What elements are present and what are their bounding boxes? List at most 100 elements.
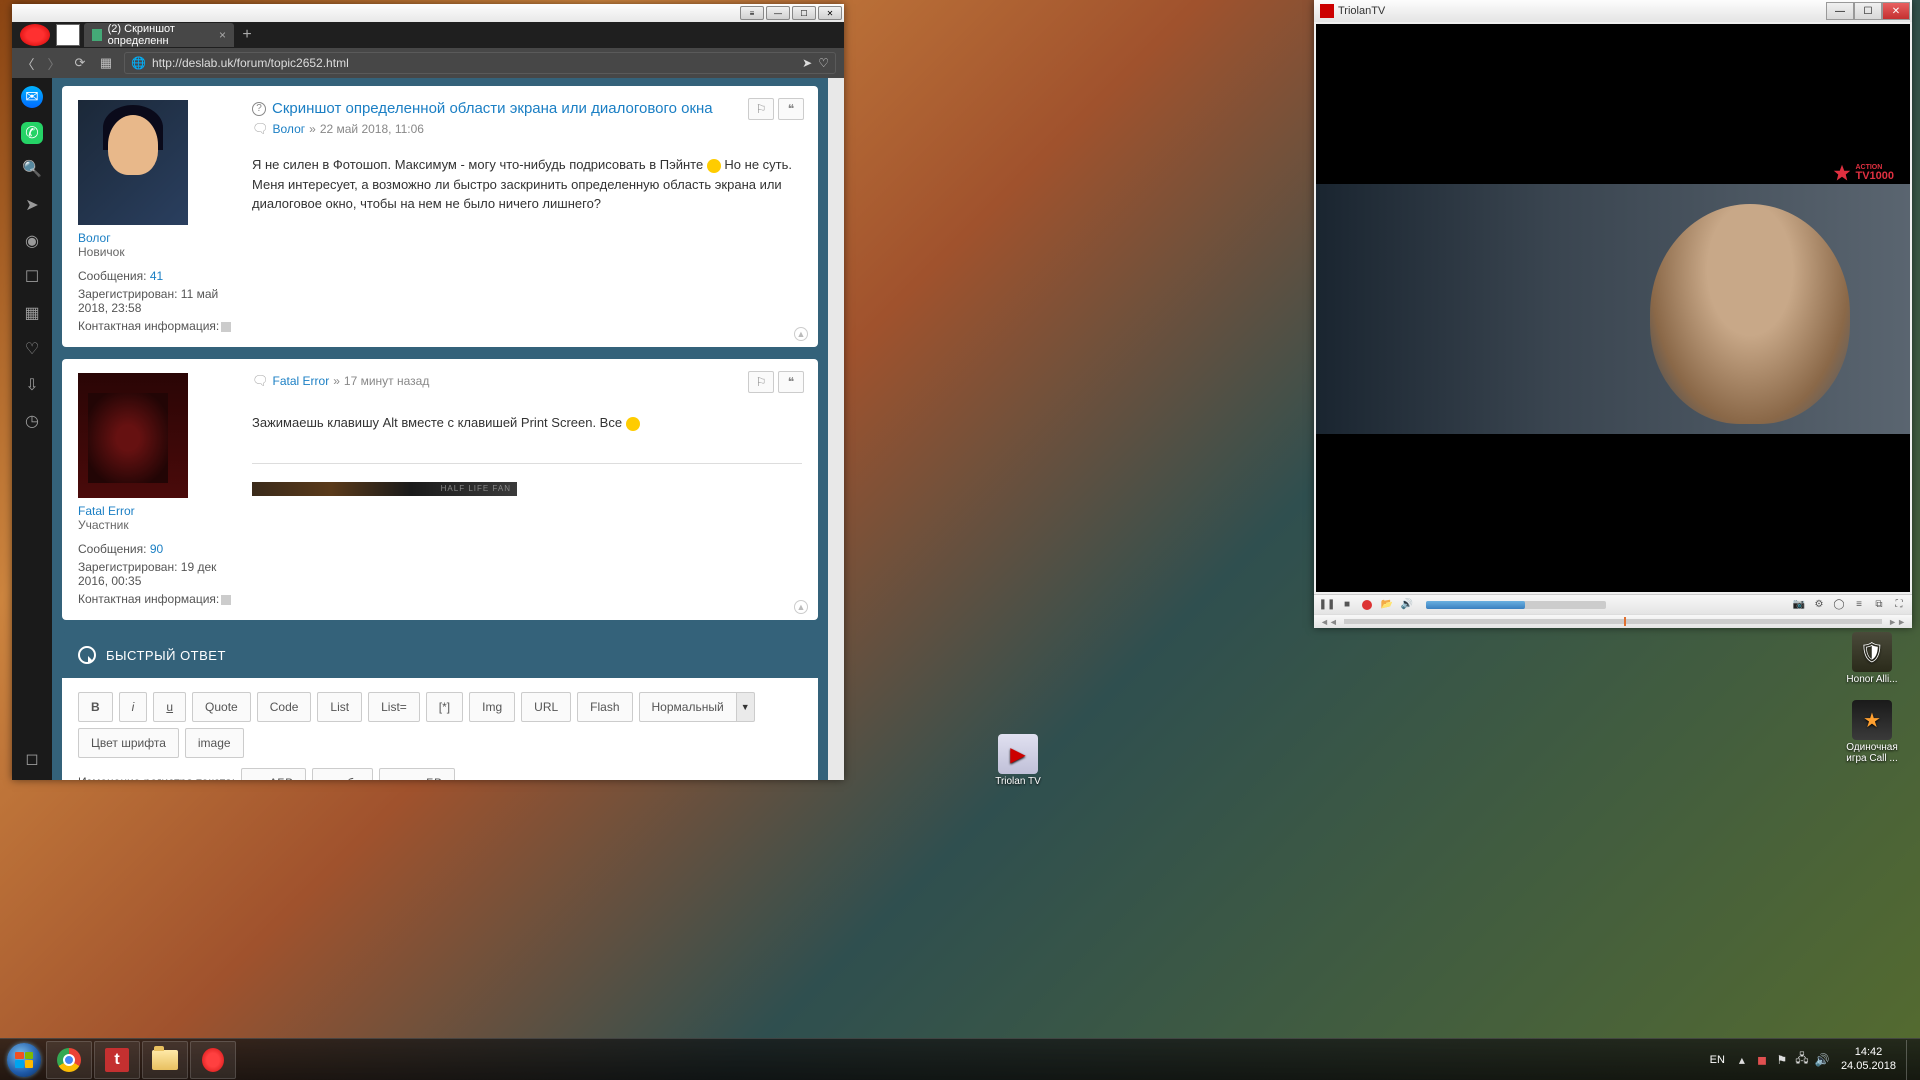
video-area[interactable]: ACTIONTV1000	[1316, 24, 1910, 592]
start-page-icon[interactable]: ▦	[98, 55, 114, 71]
scroll-top-button[interactable]: ▲	[794, 327, 808, 341]
loop-button[interactable]: ◯	[1832, 598, 1846, 612]
togglecase-button[interactable]: ▼▲ аБВ	[379, 768, 455, 780]
minimize-button[interactable]: ―	[1826, 2, 1854, 20]
opera-sidebar-toggle[interactable]: ≡	[740, 6, 764, 20]
sidebar-settings-icon[interactable]: ◻	[21, 748, 43, 770]
tray-app-icon[interactable]: ◼	[1753, 1051, 1771, 1069]
tab-speed-dial[interactable]	[56, 24, 80, 46]
aspect-button[interactable]: ⧉	[1872, 598, 1886, 612]
settings-button[interactable]: ⚙	[1812, 598, 1826, 612]
personal-news-icon[interactable]: ♡	[21, 338, 43, 360]
tray-flag-icon[interactable]: ⚑	[1773, 1051, 1791, 1069]
avatar[interactable]	[78, 100, 188, 225]
history-icon[interactable]: ◷	[21, 410, 43, 432]
quick-reply-header[interactable]: БЫСТРЫЙ ОТВЕТ	[62, 632, 818, 678]
quote-button[interactable]: ❝	[778, 371, 804, 393]
author-link[interactable]: Fatal Error	[78, 504, 135, 518]
tray-volume-icon[interactable]: 🔊	[1813, 1051, 1831, 1069]
reload-button[interactable]: ⟳	[72, 55, 88, 71]
italic-button[interactable]: i	[119, 692, 148, 722]
quote-button[interactable]: ❝	[778, 98, 804, 120]
scroll-top-button[interactable]: ▲	[794, 600, 808, 614]
page-scrollbar[interactable]	[828, 78, 844, 780]
minimize-button[interactable]: ―	[766, 6, 790, 20]
posts-count[interactable]: 90	[150, 542, 163, 556]
downloads-icon[interactable]: ⇩	[21, 374, 43, 396]
flash-button[interactable]: Flash	[577, 692, 632, 722]
maximize-button[interactable]: ☐	[792, 6, 816, 20]
tab-close-icon[interactable]: ×	[219, 28, 226, 42]
seek-slider[interactable]	[1344, 619, 1882, 624]
open-button[interactable]: 📂	[1380, 598, 1394, 612]
whatsapp-icon[interactable]: ✆	[21, 122, 43, 144]
desktop-icon-callofduty[interactable]: ★ Одиночная игра Call ...	[1842, 700, 1902, 764]
desktop-icon-triolantv[interactable]: ▶ Triolan TV	[988, 734, 1048, 787]
fullscreen-button[interactable]: ⛶	[1892, 598, 1906, 612]
back-button[interactable]: 〈	[20, 55, 36, 71]
pause-button[interactable]: ❚❚	[1320, 598, 1334, 612]
url-button[interactable]: URL	[521, 692, 571, 722]
report-button[interactable]: ⚐	[748, 371, 774, 393]
underline-button[interactable]: u	[153, 692, 186, 722]
byline-author[interactable]: Fatal Error	[273, 374, 330, 388]
opera-logo-icon[interactable]	[20, 24, 50, 46]
start-button[interactable]	[4, 1040, 44, 1080]
bookmarks-icon[interactable]: ☐	[21, 266, 43, 288]
code-button[interactable]: Code	[257, 692, 312, 722]
taskbar-chrome[interactable]	[46, 1041, 92, 1079]
site-info-icon[interactable]: 🌐	[131, 56, 146, 70]
quote-bbcode-button[interactable]: Quote	[192, 692, 251, 722]
record-button[interactable]	[1360, 598, 1374, 612]
uppercase-button[interactable]: ▲ АБВ	[241, 768, 306, 780]
font-color-button[interactable]: Цвет шрифта	[78, 728, 179, 758]
img-button[interactable]: Img	[469, 692, 515, 722]
send-icon[interactable]: ➤	[802, 56, 812, 70]
tray-arrow-icon[interactable]: ▴	[1733, 1051, 1751, 1069]
list-ordered-button[interactable]: List=	[368, 692, 420, 722]
dropdown-icon[interactable]: ▼	[737, 692, 755, 722]
speed-dial-icon[interactable]: ▦	[21, 302, 43, 324]
snapshot-icon[interactable]: ◉	[21, 230, 43, 252]
report-button[interactable]: ⚐	[748, 98, 774, 120]
contact-icon[interactable]	[221, 595, 231, 605]
taskbar-triolan[interactable]: t	[94, 1041, 140, 1079]
close-button[interactable]: ✕	[1882, 2, 1910, 20]
url-field[interactable]: 🌐 http://deslab.uk/forum/topic2652.html …	[124, 52, 836, 74]
taskbar-opera[interactable]	[190, 1041, 236, 1079]
rewind-icon[interactable]: ◄◄	[1320, 617, 1338, 627]
snapshot-button[interactable]: 📷	[1792, 598, 1806, 612]
search-icon[interactable]: 🔍	[21, 158, 43, 180]
playlist-button[interactable]: ≡	[1852, 598, 1866, 612]
author-link[interactable]: Волог	[78, 231, 111, 245]
mute-button[interactable]: 🔊	[1400, 598, 1414, 612]
tab-forum[interactable]: (2) Скриншот определенн ×	[84, 23, 234, 47]
bookmark-heart-icon[interactable]: ♡	[818, 56, 829, 70]
font-size-select[interactable]: Нормальный ▼	[639, 692, 755, 722]
list-item-button[interactable]: [*]	[426, 692, 463, 722]
bold-button[interactable]: B	[78, 692, 113, 722]
new-tab-button[interactable]: +	[236, 24, 258, 46]
show-desktop-button[interactable]	[1906, 1040, 1918, 1080]
byline-author[interactable]: Волог	[273, 122, 306, 136]
contact-icon[interactable]	[221, 322, 231, 332]
post-title-link[interactable]: Скриншот определенной области экрана или…	[272, 100, 713, 117]
lowercase-button[interactable]: ▼ абв	[312, 768, 373, 780]
close-button[interactable]: ✕	[818, 6, 842, 20]
volume-slider[interactable]	[1426, 601, 1606, 609]
forward-button[interactable]: 〉	[46, 55, 62, 71]
messenger-icon[interactable]: ✉	[21, 86, 43, 108]
taskbar-clock[interactable]: 14:42 24.05.2018	[1833, 1046, 1904, 1072]
image-upload-button[interactable]: image	[185, 728, 244, 758]
maximize-button[interactable]: ☐	[1854, 2, 1882, 20]
desktop-icon-honor[interactable]: 🛡 Honor Alli...	[1842, 632, 1902, 685]
posts-count[interactable]: 41	[150, 269, 163, 283]
list-button[interactable]: List	[317, 692, 362, 722]
flow-icon[interactable]: ➤	[21, 194, 43, 216]
taskbar-explorer[interactable]	[142, 1041, 188, 1079]
stop-button[interactable]: ■	[1340, 598, 1354, 612]
language-indicator[interactable]: EN	[1704, 1054, 1731, 1066]
forward-icon[interactable]: ►►	[1888, 617, 1906, 627]
avatar[interactable]	[78, 373, 188, 498]
tv-titlebar[interactable]: TriolanTV ― ☐ ✕	[1314, 0, 1912, 22]
